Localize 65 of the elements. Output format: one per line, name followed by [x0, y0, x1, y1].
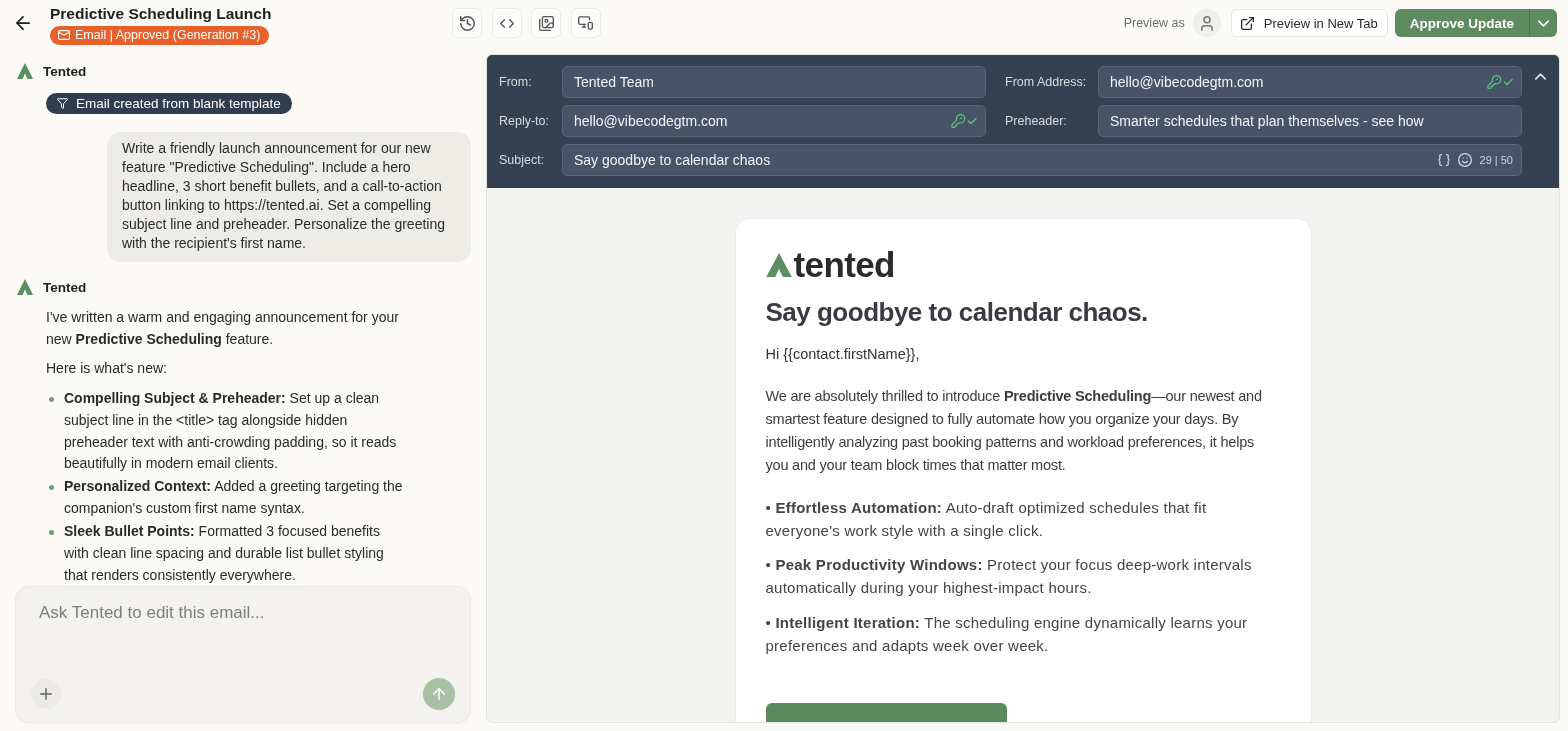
- page-title: Predictive Scheduling Launch: [50, 3, 272, 23]
- history-icon: [459, 15, 475, 31]
- chevron-down-icon: [1538, 19, 1549, 27]
- field-label: From Address:: [1005, 75, 1087, 89]
- tent-logo-icon: [765, 253, 792, 277]
- field-value[interactable]: hello@vibecodegtm.com: [1110, 74, 1479, 90]
- devices-icon: [578, 16, 593, 30]
- bullet-icon: [48, 484, 54, 490]
- reply-text: Here is what's new:: [46, 359, 168, 379]
- images-button[interactable]: [531, 8, 561, 38]
- input-field[interactable]: Say goodbye to calendar chaos 29 | 50: [562, 144, 1522, 176]
- tent-icon: [17, 279, 33, 295]
- input-field[interactable]: Smarter schedules that plan themselves - see how: [1098, 105, 1522, 137]
- contact-button[interactable]: [1192, 9, 1221, 37]
- field-value[interactable]: Tented Team: [574, 74, 977, 90]
- bullet-icon: [48, 396, 54, 402]
- person-icon: [1200, 15, 1213, 31]
- external-link-icon: [1240, 16, 1254, 30]
- event-text: Email created from blank template: [76, 96, 281, 111]
- email-greeting: Hi {{contact.firstName}},: [765, 345, 921, 364]
- code-view-button[interactable]: [491, 8, 522, 38]
- bullet-text: Sleek Bullet Points: Formatted 3 focused benefits with clean line spacing and durable list bullet styling that renders consistently everywhere.: [64, 522, 385, 585]
- benefit-text: • Effortless Automation: Auto-draft optimized schedules that fit everyone's work style with a single click.: [765, 497, 1208, 541]
- bullet-text: Compelling Subject & Preheader: Set up a clean subject line in the <title> tag alongside hidden preheader text with anti-crowding padding, so it reads beautifully in modern email clients.: [64, 389, 398, 474]
- email-intro: We are absolutely thrilled to introduce Predictive Scheduling—our newest and smartest feature designed to fully automate how you organize your days. By intelligently analyzing past booking patterns and workload preferences, it helps you and your team block times that matter most.: [765, 386, 1263, 475]
- field-value[interactable]: Smarter schedules that plan themselves - see how: [1110, 113, 1513, 129]
- field-value[interactable]: Say goodbye to calendar chaos: [574, 152, 1430, 168]
- preview-as-label: Preview as: [1123, 16, 1185, 30]
- field-label: Preheader:: [1005, 114, 1067, 128]
- plus-icon: [40, 688, 52, 700]
- sender-name: Tented: [43, 279, 87, 295]
- code-icon: [499, 18, 514, 28]
- benefit-text: • Peak Productivity Windows: Protect your focus deep-work intervals automatically during your highest-impact hours.: [765, 555, 1253, 598]
- tent-icon: [17, 63, 33, 79]
- status-label: Email | Approved (Generation #3): [75, 27, 261, 43]
- email-headline: Say goodbye to calendar chaos.: [765, 296, 1148, 328]
- bullet-icon: [48, 529, 54, 535]
- approve-button[interactable]: Approve Update: [1394, 9, 1529, 37]
- message-input[interactable]: Ask Tented to edit this email...: [31, 587, 455, 678]
- logo-text: tented: [793, 249, 895, 281]
- user-message: Write a friendly launch announcement for our new feature "Predictive Scheduling". Include a hero headline, 3 short benefit bullets, and a call-to-action button linking to https://tented.ai. Set a compelling subject line and preheader. Personalize the greeting with the recipient's first name.: [107, 132, 471, 262]
- approve-menu-button[interactable]: [1529, 9, 1557, 37]
- field-label: Subject:: [499, 153, 545, 167]
- sender-name: Tented: [43, 63, 87, 79]
- history-button[interactable]: [452, 8, 482, 38]
- attach-button[interactable]: [31, 679, 61, 709]
- field-value[interactable]: hello@vibecodegtm.com: [574, 113, 943, 129]
- input-field[interactable]: hello@vibecodegtm.com: [562, 105, 986, 137]
- character-count: 29 | 50: [1479, 154, 1513, 166]
- benefit-text: • Intelligent Iteration: The scheduling engine dynamically learns your preferences and adapts week over week.: [765, 612, 1249, 656]
- arrow-left-icon: [16, 16, 30, 30]
- input-field[interactable]: Tented Team: [562, 66, 986, 98]
- mail-icon: [58, 30, 70, 40]
- images-icon: [538, 15, 554, 31]
- input-field[interactable]: hello@vibecodegtm.com: [1098, 66, 1522, 98]
- devices-button[interactable]: [570, 8, 601, 38]
- preview-tab-button[interactable]: Preview in New Tab: [1230, 9, 1388, 37]
- reply-text: I've written a warm and engaging announcement for your new Predictive Scheduling feature.: [46, 308, 400, 349]
- braces-icon: [1437, 154, 1450, 166]
- field-label: Reply-to:: [499, 114, 550, 128]
- composer-field[interactable]: Ask Tented to edit this email...: [15, 586, 471, 723]
- funnel-icon: [57, 98, 68, 109]
- smiley-icon: [1457, 153, 1472, 167]
- field-label: From:: [499, 75, 532, 89]
- bullet-text: Personalized Context: Added a greeting targeting the companion's custom first name syntax.: [64, 477, 404, 519]
